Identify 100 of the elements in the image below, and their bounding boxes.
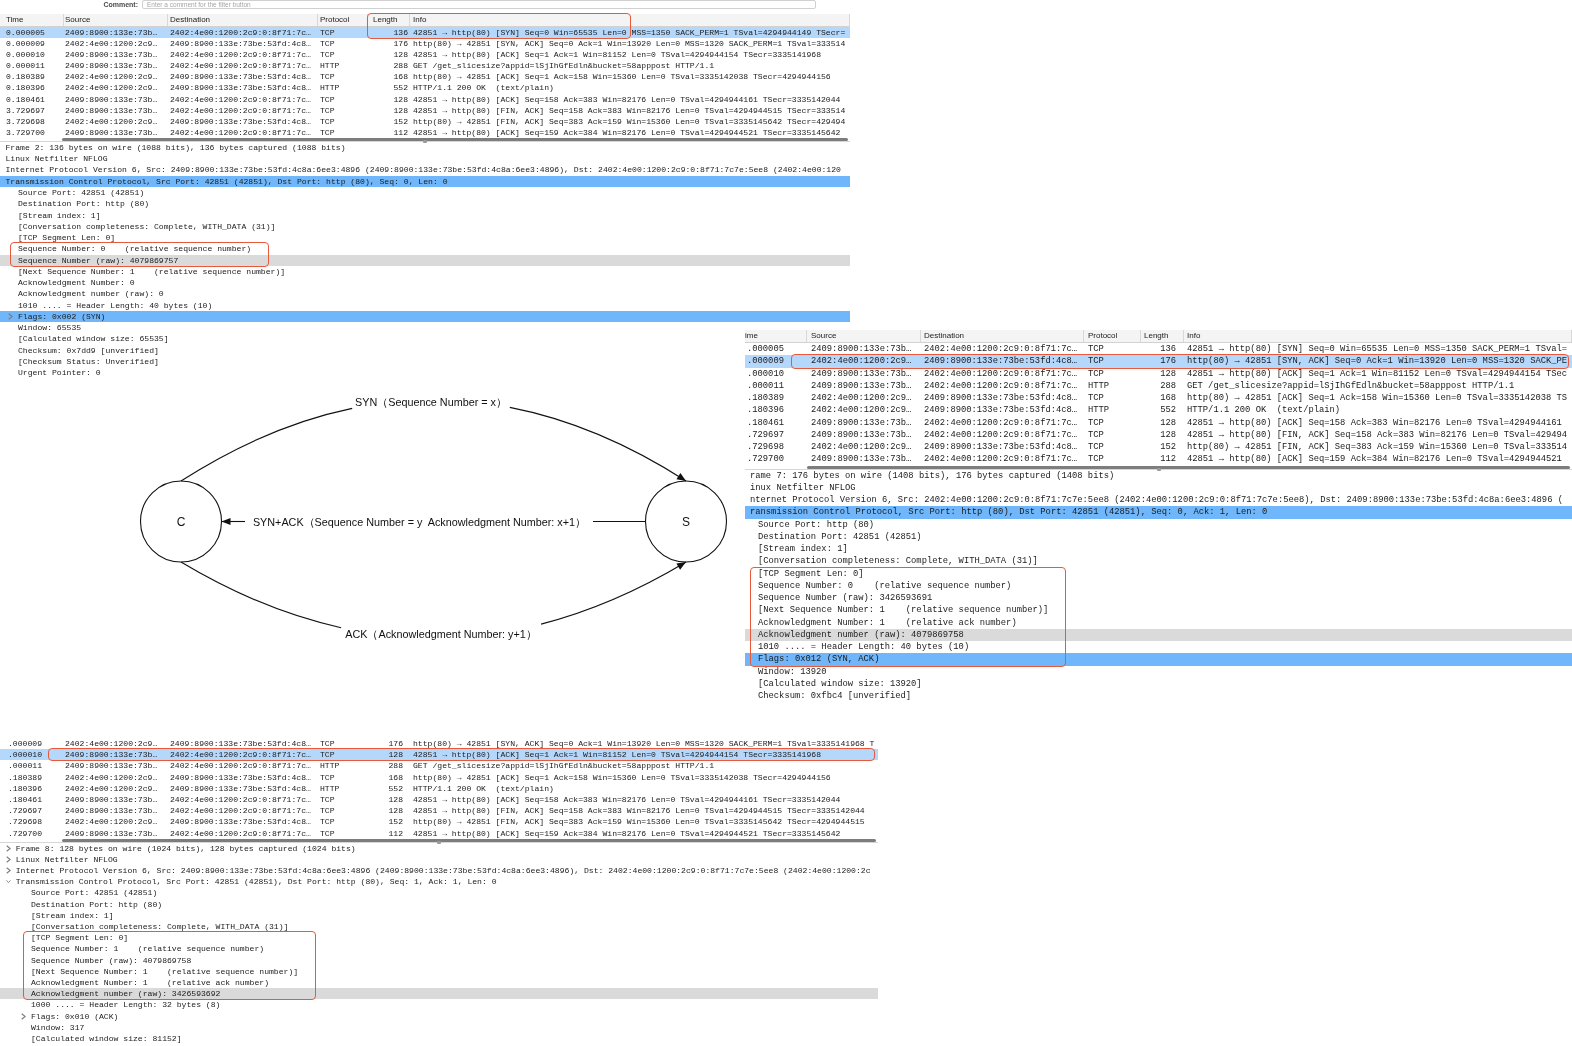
column-header[interactable]: Source	[65, 15, 91, 24]
tree-item[interactable]: [Conversation completeness: Complete, WITH_DATA (31)]	[18, 220, 276, 233]
packet-row[interactable]: .180461 2409:8900:133e:73b… 2402:4e00:1200:2c9:0:8f71:7c… TCP 128 42851 → http(80) [ACK] Seq=158 Ack=383 Win=82176 Len=0 TSval=4294944161	[745, 416, 1572, 429]
tree-item[interactable]: Transmission Control Protocol, Src Port: 42851 (42851), Dst Port: http (80), Seq: 1, Ack: 1, Len: 0	[5, 876, 497, 888]
packet-row[interactable]: 0.180389 2402:4e00:1200:2c9… 2409:8900:133e:73be:53fd:4c8… TCP 168 http(80) → 42851 [ACK] Seq=1 Ack=158 Win=15360 Len=0 TSval=3335142038 TSecr=4294944156	[0, 71, 850, 83]
tree-item[interactable]: Acknowledgment Number: 0	[18, 277, 135, 289]
column-header[interactable]: Destination	[170, 15, 211, 24]
packet-row[interactable]: .729698 2402:4e00:1200:2c9… 2409:8900:133e:73be:53fd:4c8… TCP 152 http(80) → 42851 [FIN, ACK] Seq=383 Ack=159 Win=15360 Len=0 TSval=3335145642 TSecr=4294944515	[0, 816, 878, 828]
tree-item[interactable]: Window: 65535	[18, 322, 82, 334]
tree-item[interactable]: [Conversation completeness: Complete, WITH_DATA (31)]	[758, 555, 1038, 568]
splitter-handle[interactable]	[423, 139, 427, 143]
column-header[interactable]: Time	[6, 15, 24, 24]
column-header[interactable]: Protocol	[320, 15, 350, 24]
tree-item[interactable]: Urgent Pointer: 0	[18, 367, 101, 379]
packet-row[interactable]: .729700 2409:8900:133e:73b… 2402:4e00:1200:2c9:0:8f71:7c… TCP 112 42851 → http(80) [ACK] Seq=159 Ack=384 Win=82176 Len=0 TSval=4294944521	[745, 453, 1572, 466]
packet-row[interactable]: .180396 2402:4e00:1200:2c9… 2409:8900:133e:73be:53fd:4c8… HTTP 552 HTTP/1.1 200 OK (text/plain)	[745, 404, 1572, 417]
column-header[interactable]: ime	[745, 331, 758, 340]
tree-item[interactable]: Linux Netfilter NFLOG	[5, 853, 118, 866]
tree-item[interactable]: Transmission Control Protocol, Src Port: 42851 (42851), Dst Port: http (80), Seq: 0, Len: 0	[0, 175, 850, 187]
packet-row[interactable]: .180461 2409:8900:133e:73b… 2402:4e00:1200:2c9:0:8f71:7c… TCP 128 42851 → http(80) [ACK] Seq=158 Ack=383 Win=82176 Len=0 TSval=4294944161 TSecr=3335142044	[0, 793, 878, 806]
packet-row[interactable]: 0.000009 2402:4e00:1200:2c9… 2409:8900:133e:73be:53fd:4c8… TCP 176 http(80) → 42851 [SYN, ACK] Seq=0 Ack=1 Win=13920 Len=0 MSS=1320 SACK_PERM=1 TSval=333514	[0, 38, 850, 50]
tree-item[interactable]: Source Port: 42851 (42851)	[18, 187, 145, 199]
column-header[interactable]: Info	[413, 15, 427, 24]
tree-item[interactable]: [Next Sequence Number: 1 (relative sequence number)]	[18, 265, 286, 278]
tree-item[interactable]: Destination Port: http (80)	[31, 898, 163, 910]
tree-item[interactable]: Flags: 0x012 (SYN, ACK)	[745, 653, 1572, 666]
packet-row[interactable]: .000011 2409:8900:133e:73b… 2402:4e00:1200:2c9:0:8f71:7c… HTTP 288 GET /get_slicesize?appid=lSjIhGfEdln&bucket=58apppost HTTP/1.1	[745, 379, 1572, 392]
horizontal-scrollbar[interactable]	[62, 137, 848, 141]
tree-item[interactable]: Sequence Number: 0 (relative sequence number)	[18, 243, 252, 255]
tree-item[interactable]: Sequence Number (raw): 3426593691	[758, 592, 933, 605]
tree-item[interactable]: Acknowledgment Number: 1 (relative ack number)	[758, 616, 1017, 629]
tree-item[interactable]: Flags: 0x010 (ACK)	[21, 1010, 119, 1022]
column-header[interactable]: Length	[1144, 331, 1169, 340]
column-header[interactable]: Destination	[924, 331, 965, 340]
tree-item[interactable]: [Stream index: 1]	[18, 209, 101, 221]
tree-item[interactable]: [Calculated window size: 13920]	[758, 678, 922, 691]
tree-item[interactable]: Acknowledgment number (raw): 0	[18, 288, 164, 300]
tree-item[interactable]: Checksum: 0x7dd9 [unverified]	[18, 344, 159, 356]
packet-row[interactable]: 3.729700 2409:8900:133e:73b… 2402:4e00:1200:2c9:0:8f71:7c… TCP 112 42851 → http(80) [ACK] Seq=159 Ack=384 Win=82176 Len=0 TSval=4294944521 TSecr=3335145642	[0, 126, 850, 138]
packet-row[interactable]: 0.000010 2409:8900:133e:73b… 2402:4e00:1200:2c9:0:8f71:7c… TCP 128 42851 → http(80) [ACK] Seq=1 Ack=1 Win=81152 Len=0 TSval=4294944154 TSecr=3335141968	[0, 49, 850, 61]
tree-item[interactable]: Internet Protocol Version 6, Src: 2409:8900:133e:73be:53fd:4c8a:6ee3:4896 (2409:8900:133e:73be:53fd:4c8a:6ee3:4896), Dst: 2402:4e00:1200:2c9:0:8f71:7c7e:5ee8 (2402:4e00:120	[5, 164, 841, 176]
tree-item[interactable]: Acknowledgment number (raw): 3426593692	[0, 988, 878, 1000]
packet-row[interactable]: .000009 2402:4e00:1200:2c9… 2409:8900:133e:73be:53fd:4c8… TCP 176 http(80) → 42851 [SYN, ACK] Seq=0 Ack=1 Win=13920 Len=0 MSS=1320 SACK_PERM=1 TSval=3335141968 T	[0, 738, 878, 750]
column-header[interactable]: Protocol	[1088, 331, 1118, 340]
tree-item[interactable]: [TCP Segment Len: 0]	[18, 232, 116, 244]
tree-item[interactable]: Source Port: 42851 (42851)	[31, 887, 158, 899]
tree-item[interactable]: Window: 13920	[758, 665, 827, 678]
tree-item[interactable]: 1010 .... = Header Length: 40 bytes (10)	[18, 299, 213, 311]
tree-item[interactable]: nternet Protocol Version 6, Src: 2402:4e00:1200:2c9:0:8f71:7c7e:5ee8 (2402:4e00:1200:2c9:0:8f71:7c7e:5ee8), Dst: 2409:8900:133e:73be:53fd:4c8a:6ee3:4896 (	[750, 494, 1563, 507]
packet-row[interactable]: .729697 2409:8900:133e:73b… 2402:4e00:1200:2c9:0:8f71:7c… TCP 128 42851 → http(80) [FIN, ACK] Seq=158 Ack=383 Win=82176 Len=0 TSval=429494	[745, 428, 1572, 441]
chevron-right-icon[interactable]	[5, 855, 11, 863]
tree-item[interactable]: Window: 317	[31, 1021, 85, 1033]
tree-item[interactable]: [TCP Segment Len: 0]	[758, 567, 864, 580]
column-header[interactable]: Info	[1187, 331, 1201, 340]
packet-row[interactable]: 0.180396 2402:4e00:1200:2c9… 2409:8900:133e:73be:53fd:4c8… HTTP 552 HTTP/1.1 200 OK (text/plain)	[0, 82, 850, 94]
tree-item[interactable]: Frame 2: 136 bytes on wire (1088 bits), 136 bytes captured (1088 bits)	[5, 141, 346, 154]
tree-item[interactable]: [Next Sequence Number: 1 (relative sequence number)]	[758, 604, 1049, 617]
tree-item[interactable]: Frame 8: 128 bytes on wire (1024 bits), 128 bytes captured (1024 bits)	[5, 842, 356, 854]
packet-row[interactable]: 3.729697 2409:8900:133e:73b… 2402:4e00:1200:2c9:0:8f71:7c… TCP 128 42851 → http(80) [FIN, ACK] Seq=158 Ack=383 Win=82176 Len=0 TSval=4294944515 TSecr=333514	[0, 104, 850, 116]
tree-item[interactable]: ransmission Control Protocol, Src Port: http (80), Dst Port: 42851 (42851), Seq: 0, Ack: 1, Len: 0	[745, 506, 1572, 519]
tree-item[interactable]: Acknowledgment Number: 1 (relative ack number)	[31, 976, 269, 989]
column-header[interactable]: Length	[373, 15, 398, 24]
packet-row[interactable]: .000010 2409:8900:133e:73b… 2402:4e00:1200:2c9:0:8f71:7c… TCP 128 42851 → http(80) [ACK] Seq=1 Ack=1 Win=81152 Len=0 TSval=4294944154 TSecr=3335141968	[0, 749, 878, 761]
tree-item[interactable]: [Calculated window size: 81152]	[31, 1032, 182, 1045]
packet-row[interactable]: .000005 2409:8900:133e:73b… 2402:4e00:1200:2c9:0:8f71:7c… TCP 136 42851 → http(80) [SYN] Seq=0 Win=65535 Len=0 MSS=1350 SACK_PERM=1 TSval=	[745, 343, 1572, 356]
packet-row[interactable]: 0.180461 2409:8900:133e:73b… 2402:4e00:1200:2c9:0:8f71:7c… TCP 128 42851 → http(80) [ACK] Seq=158 Ack=383 Win=82176 Len=0 TSval=4294944161 TSecr=3335142044	[0, 93, 850, 105]
tree-item[interactable]: [Calculated window size: 65535]	[18, 333, 169, 345]
tree-item[interactable]: Sequence Number (raw): 4079869757	[0, 254, 850, 266]
tree-item[interactable]: [Next Sequence Number: 1 (relative sequence number)]	[31, 965, 299, 977]
packet-row[interactable]: .000009 2402:4e00:1200:2c9… 2409:8900:133e:73be:53fd:4c8… TCP 176 http(80) → 42851 [SYN, ACK] Seq=0 Ack=1 Win=13920 Len=0 MSS=1320 SACK_PE	[745, 355, 1572, 368]
packet-row[interactable]: .729700 2409:8900:133e:73b… 2402:4e00:1200:2c9:0:8f71:7c… TCP 112 42851 → http(80) [ACK] Seq=159 Ack=384 Win=82176 Len=0 TSval=4294944521 TSecr=3335145642	[0, 827, 878, 839]
tree-item[interactable]: Destination Port: 42851 (42851)	[758, 530, 922, 544]
packet-row[interactable]: .000011 2409:8900:133e:73b… 2402:4e00:1200:2c9:0:8f71:7c… HTTP 288 GET /get_slicesize?appid=lSjIhGfEdln&bucket=58apppost HTTP/1.1	[0, 760, 878, 772]
horizontal-scrollbar[interactable]	[807, 465, 1570, 469]
tree-item[interactable]: Source Port: http (80)	[758, 518, 875, 531]
packet-row[interactable]: 0.000011 2409:8900:133e:73b… 2402:4e00:1200:2c9:0:8f71:7c… HTTP 288 GET /get_slicesize?appid=lSjIhGfEdln&bucket=58apppost HTTP/1.1	[0, 60, 850, 72]
tree-item[interactable]: rame 7: 176 bytes on wire (1408 bits), 176 bytes captured (1408 bits)	[750, 469, 1115, 482]
tree-item[interactable]: [Conversation completeness: Complete, WITH_DATA (31)]	[31, 921, 289, 933]
chevron-right-icon[interactable]	[5, 867, 11, 875]
packet-row[interactable]: 3.729698 2402:4e00:1200:2c9… 2409:8900:133e:73be:53fd:4c8… TCP 152 http(80) → 42851 [FIN, ACK] Seq=383 Ack=159 Win=15360 Len=0 TSval=3335145642 TSecr=429494	[0, 115, 850, 127]
packet-row[interactable]: .180389 2402:4e00:1200:2c9… 2409:8900:133e:73be:53fd:4c8… TCP 168 http(80) → 42851 [ACK] Seq=1 Ack=158 Win=15360 Len=0 TSval=3335142038 TS	[745, 392, 1572, 405]
tree-item[interactable]: [TCP Segment Len: 0]	[31, 932, 129, 944]
chevron-right-icon[interactable]	[5, 844, 11, 852]
tree-item[interactable]: inux Netfilter NFLOG	[750, 481, 856, 495]
horizontal-scrollbar[interactable]	[62, 838, 876, 842]
tree-item[interactable]: Checksum: 0xfbc4 [unverified]	[758, 690, 912, 703]
packet-row[interactable]: .000010 2409:8900:133e:73b… 2402:4e00:1200:2c9:0:8f71:7c… TCP 128 42851 → http(80) [ACK] Seq=1 Ack=1 Win=81152 Len=0 TSval=4294944154 TSec	[745, 367, 1572, 380]
tree-item[interactable]: 1000 .... = Header Length: 32 bytes (8)	[31, 999, 221, 1011]
tree-item[interactable]: Sequence Number: 1 (relative sequence number)	[31, 943, 265, 955]
tree-item[interactable]: Flags: 0x002 (SYN)	[0, 310, 850, 323]
tree-item[interactable]: Acknowledgment number (raw): 4079869758	[745, 628, 1572, 642]
tree-item[interactable]: [Checksum Status: Unverified]	[18, 356, 159, 368]
column-header[interactable]: Source	[811, 331, 837, 340]
packet-row[interactable]: .729697 2409:8900:133e:73b… 2402:4e00:1200:2c9:0:8f71:7c… TCP 128 42851 → http(80) [FIN, ACK] Seq=158 Ack=383 Win=82176 Len=0 TSval=4294944515 TSecr=3335142044	[0, 805, 878, 817]
tree-item[interactable]: Sequence Number: 0 (relative sequence number)	[758, 579, 1012, 593]
splitter-handle[interactable]	[437, 840, 441, 844]
chevron-down-icon[interactable]	[5, 878, 11, 886]
packet-row[interactable]: .180389 2402:4e00:1200:2c9… 2409:8900:133e:73be:53fd:4c8… TCP 168 http(80) → 42851 [ACK] Seq=1 Ack=158 Win=15360 Len=0 TSval=3335142038 TSecr=4294944156	[0, 771, 878, 783]
tree-item[interactable]: Sequence Number (raw): 4079869758	[31, 954, 192, 966]
splitter-handle[interactable]	[1156, 467, 1161, 471]
